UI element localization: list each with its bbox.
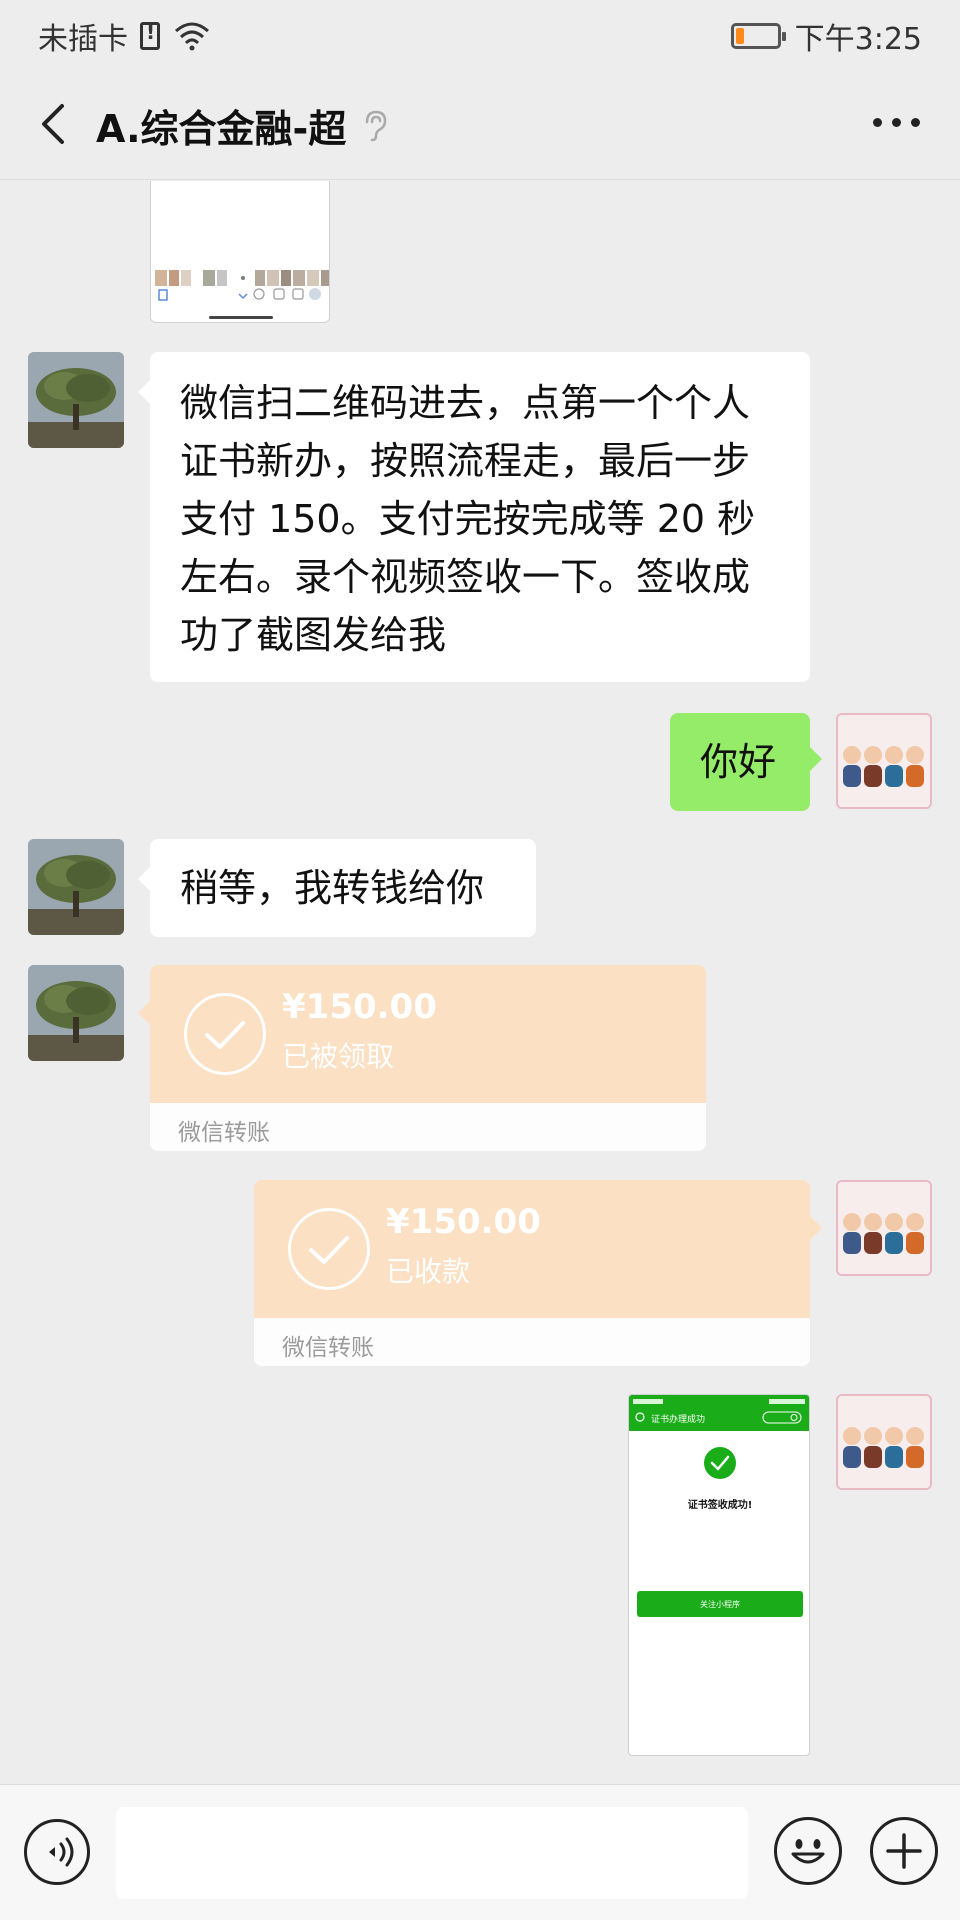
my-avatar[interactable]	[836, 1180, 932, 1276]
sim-card-icon	[140, 20, 160, 50]
transfer-label: 微信转账	[254, 1318, 810, 1366]
plus-button[interactable]	[870, 1817, 938, 1885]
chevron-left-icon	[42, 104, 64, 144]
check-circle-icon	[184, 993, 266, 1075]
chat-area[interactable]: 微信扫二维码进去，点第一个个人证书新办，按照流程走，最后一步支付 150。支付完…	[0, 181, 960, 1784]
message-text: 微信扫二维码进去，点第一个个人证书新办，按照流程走，最后一步支付 150。支付完…	[180, 381, 756, 657]
ear-icon	[366, 110, 387, 141]
tree-avatar-image	[28, 965, 124, 1061]
transfer-card-incoming[interactable]: ¥150.00 已被领取 微信转账	[138, 965, 706, 1151]
plus-icon	[886, 1833, 922, 1869]
emoji-icon	[791, 1839, 825, 1864]
status-right: 下午3:25	[730, 14, 922, 58]
image-message-outgoing[interactable]: 证书办理成功 证书签收成功! 关注小程序	[628, 1394, 810, 1756]
more-dot	[911, 118, 920, 127]
back-button[interactable]	[28, 96, 84, 152]
message-input[interactable]	[116, 1807, 748, 1899]
transfer-amount: ¥150.00	[386, 1202, 541, 1242]
transfer-amount: ¥150.00	[282, 987, 437, 1027]
transfer-card-outgoing[interactable]: ¥150.00 已收款 微信转账	[254, 1180, 822, 1366]
my-avatar[interactable]	[836, 1394, 932, 1490]
input-bar	[0, 1784, 960, 1920]
transfer-card-body: ¥150.00 已被领取	[138, 965, 706, 1103]
more-dot	[873, 118, 882, 127]
chat-title: A.综合金融-超	[96, 98, 388, 153]
transfer-status: 已被领取	[282, 1040, 395, 1073]
more-dot	[892, 118, 901, 127]
more-button[interactable]	[873, 118, 920, 127]
battery-level	[735, 28, 744, 44]
voice-icon	[49, 1837, 74, 1867]
monk-figurines-avatar-image	[838, 1396, 930, 1488]
contact-avatar[interactable]	[28, 352, 124, 448]
clock-text: 下午3:25	[794, 22, 922, 57]
tree-avatar-image	[28, 352, 124, 448]
check-circle-icon	[288, 1208, 370, 1290]
screenshot-button-text: 关注小程序	[700, 1600, 740, 1609]
wifi-icon	[175, 22, 209, 51]
chat-title-text: A.综合金融-超	[96, 107, 347, 151]
message-bubble-incoming[interactable]: 稍等，我转钱给你	[138, 839, 536, 937]
message-text: 稍等，我转钱给你	[180, 866, 485, 910]
my-avatar[interactable]	[836, 713, 932, 809]
tree-avatar-image	[28, 839, 124, 935]
carrier-text: 未插卡	[38, 22, 128, 57]
message-bubble-incoming[interactable]: 微信扫二维码进去，点第一个个人证书新办，按照流程走，最后一步支付 150。支付完…	[138, 352, 810, 682]
screenshot-success-text: 证书签收成功!	[687, 1500, 753, 1511]
monk-figurines-avatar-image	[838, 1182, 930, 1274]
monk-figurines-avatar-image	[838, 715, 930, 807]
voice-button[interactable]	[24, 1819, 90, 1885]
screenshot-decorations	[633, 1399, 805, 1617]
emoji-button[interactable]	[774, 1817, 842, 1885]
message-bubble-outgoing[interactable]: 你好	[670, 713, 822, 811]
transfer-label: 微信转账	[150, 1103, 706, 1151]
photo-gallery-thumbnail	[151, 181, 329, 322]
message-text: 你好	[700, 740, 777, 784]
transfer-card-body: ¥150.00 已收款	[254, 1180, 822, 1318]
status-bar: 未插卡 下午3:25	[0, 0, 960, 68]
contact-avatar[interactable]	[28, 965, 124, 1061]
status-left: 未插卡	[38, 14, 210, 58]
image-message[interactable]	[150, 181, 330, 323]
battery-icon	[730, 23, 786, 49]
transfer-status: 已收款	[386, 1255, 471, 1288]
chat-header: A.综合金融-超	[0, 68, 960, 180]
contact-avatar[interactable]	[28, 839, 124, 935]
